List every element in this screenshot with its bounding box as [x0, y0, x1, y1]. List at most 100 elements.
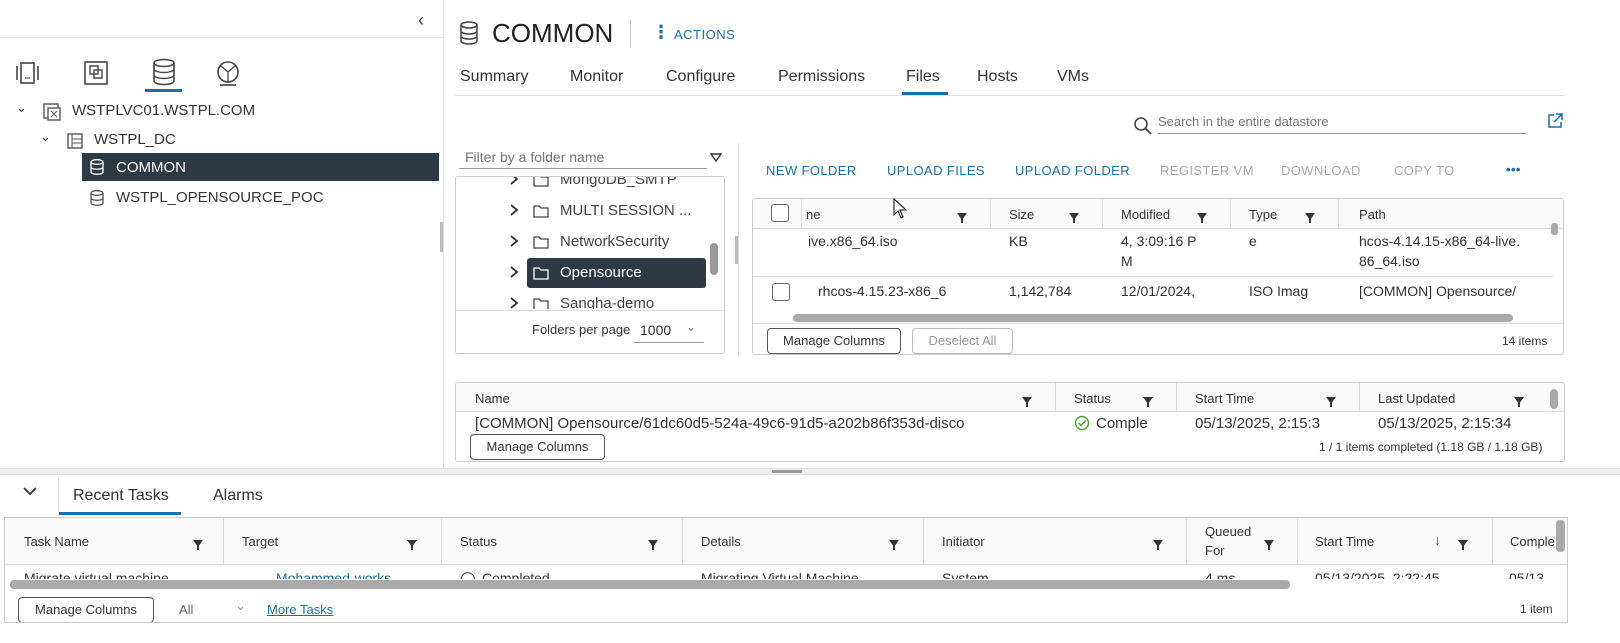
- upload-files-button[interactable]: UPLOAD FILES: [887, 163, 985, 178]
- column-divider[interactable]: [1297, 518, 1298, 565]
- storage-icon[interactable]: [145, 58, 182, 92]
- column-header-type[interactable]: Type: [1249, 207, 1277, 222]
- filter-icon[interactable]: [1069, 210, 1079, 226]
- filter-icon[interactable]: [1264, 537, 1274, 553]
- tree-node-common[interactable]: COMMON: [82, 153, 439, 181]
- folder-item[interactable]: MULTI SESSION ...: [456, 196, 706, 226]
- filter-icon[interactable]: [1022, 394, 1032, 410]
- chevron-right-icon[interactable]: [509, 203, 519, 220]
- table-row[interactable]: rhcos-4.15.23-x86_6 1,142,784 12/01/2024…: [753, 277, 1553, 313]
- column-header-initiator[interactable]: Initiator: [942, 534, 985, 549]
- tab-hosts[interactable]: Hosts: [977, 68, 1018, 86]
- manage-columns-button[interactable]: Manage Columns: [470, 434, 605, 460]
- manage-columns-button[interactable]: Manage Columns: [767, 328, 901, 354]
- column-header-queued[interactable]: Queued: [1205, 524, 1251, 539]
- column-divider[interactable]: [1186, 518, 1187, 565]
- table-row[interactable]: [COMMON] Opensource/61dc60d5-524a-49c6-9…: [456, 412, 1546, 434]
- filter-icon[interactable]: [193, 537, 203, 553]
- datastore-search-input[interactable]: [1158, 110, 1526, 134]
- filter-icon[interactable]: [889, 537, 899, 553]
- column-header-status[interactable]: Status: [460, 534, 497, 549]
- folder-item[interactable]: NetworkSecurity: [456, 227, 706, 257]
- folder-filter-input[interactable]: [459, 145, 707, 169]
- table-row[interactable]: Migrate virtual machine Mohammed-works ◯…: [5, 565, 1555, 579]
- column-divider[interactable]: [923, 518, 924, 565]
- task-filter-select[interactable]: All ⌄: [175, 598, 253, 620]
- column-header-start-time[interactable]: Start Time: [1315, 534, 1374, 549]
- column-header-status[interactable]: Status: [1074, 391, 1111, 406]
- per-page-select[interactable]: 1000 ⌄: [634, 318, 704, 343]
- column-header-comple[interactable]: Comple: [1510, 534, 1555, 549]
- filter-icon[interactable]: [957, 210, 967, 226]
- filter-icon[interactable]: [1197, 210, 1207, 226]
- tab-monitor[interactable]: Monitor: [570, 68, 623, 86]
- upload-folder-button[interactable]: UPLOAD FOLDER: [1015, 163, 1130, 178]
- folder-item[interactable]: Opensource: [510, 258, 706, 288]
- vertical-scrollbar[interactable]: [1550, 389, 1558, 409]
- pop-out-icon[interactable]: [1546, 112, 1564, 133]
- register-vm-button[interactable]: REGISTER VM: [1160, 163, 1254, 178]
- column-divider[interactable]: [441, 518, 442, 565]
- column-header-task-name[interactable]: Task Name: [24, 534, 89, 549]
- scrollbar[interactable]: [710, 243, 718, 275]
- copy-to-button[interactable]: COPY TO: [1394, 163, 1455, 178]
- tab-vms[interactable]: VMs: [1057, 68, 1089, 86]
- chevron-right-icon[interactable]: [509, 265, 519, 282]
- horizontal-scrollbar[interactable]: [10, 580, 1290, 589]
- column-header-details[interactable]: Details: [701, 534, 741, 549]
- chevron-down-icon[interactable]: ⌄: [40, 129, 51, 145]
- filter-icon[interactable]: [1153, 537, 1163, 553]
- panel-splitter[interactable]: [0, 468, 1620, 475]
- sort-descending-icon[interactable]: ↓: [1434, 532, 1441, 548]
- select-all-checkbox[interactable]: [771, 204, 789, 222]
- hosts-clusters-icon[interactable]: [14, 60, 42, 89]
- more-actions-icon[interactable]: •••: [1506, 162, 1521, 177]
- tab-recent-tasks[interactable]: Recent Tasks: [73, 487, 169, 505]
- filter-icon[interactable]: [1305, 210, 1315, 226]
- column-header-modified[interactable]: Modified: [1121, 207, 1170, 222]
- filter-icon[interactable]: [709, 152, 723, 168]
- table-row[interactable]: ive.x86_64.iso KB 4, 3:09:16 P M e hcos-…: [753, 229, 1553, 275]
- tab-files[interactable]: Files: [906, 68, 940, 86]
- filter-icon[interactable]: [648, 537, 658, 553]
- task-target[interactable]: Mohammed-works: [276, 570, 391, 579]
- collapse-panel-icon[interactable]: [22, 484, 38, 501]
- new-folder-button[interactable]: NEW FOLDER: [766, 163, 857, 178]
- networking-icon[interactable]: [215, 60, 243, 91]
- column-header-name[interactable]: Name: [475, 391, 510, 406]
- folder-item[interactable]: MongoDB_SMTP: [456, 177, 706, 195]
- column-divider[interactable]: [223, 518, 224, 565]
- tab-permissions[interactable]: Permissions: [778, 68, 865, 86]
- download-button[interactable]: DOWNLOAD: [1281, 163, 1361, 178]
- vertical-scrollbar[interactable]: [1556, 520, 1565, 552]
- chevron-right-icon[interactable]: [509, 296, 519, 309]
- column-header-size[interactable]: Size: [1009, 207, 1034, 222]
- filter-icon[interactable]: [1514, 394, 1524, 410]
- splitter-handle[interactable]: [772, 470, 802, 473]
- tab-alarms[interactable]: Alarms: [213, 487, 263, 505]
- manage-columns-button[interactable]: Manage Columns: [18, 597, 154, 622]
- column-header-target[interactable]: Target: [242, 534, 278, 549]
- column-divider[interactable]: [682, 518, 683, 565]
- tab-configure[interactable]: Configure: [666, 68, 735, 86]
- vertical-scrollbar[interactable]: [1551, 223, 1558, 235]
- filter-icon[interactable]: [1326, 394, 1336, 410]
- chevron-down-icon[interactable]: ⌄: [16, 100, 27, 116]
- chevron-left-icon[interactable]: ‹: [418, 10, 424, 31]
- folder-item[interactable]: Sangha-demo: [456, 289, 706, 309]
- row-checkbox[interactable]: [772, 283, 790, 301]
- column-header-start-time[interactable]: Start Time: [1195, 391, 1254, 406]
- column-header-last-updated[interactable]: Last Updated: [1378, 391, 1455, 406]
- filter-icon[interactable]: [407, 537, 417, 553]
- tab-summary[interactable]: Summary: [460, 68, 528, 86]
- column-header-path[interactable]: Path: [1359, 207, 1386, 222]
- tree-node-vcenter[interactable]: ⌄ WSTPLVC01.WSTPL.COM: [0, 98, 440, 124]
- resize-handle[interactable]: [735, 236, 738, 264]
- chevron-right-icon[interactable]: [509, 177, 519, 189]
- filter-icon[interactable]: [1458, 537, 1468, 553]
- vms-templates-icon[interactable]: [82, 60, 110, 89]
- horizontal-scrollbar[interactable]: [793, 314, 1513, 322]
- column-divider[interactable]: [1492, 518, 1493, 565]
- resize-handle[interactable]: [440, 222, 443, 252]
- filter-icon[interactable]: [1143, 394, 1153, 410]
